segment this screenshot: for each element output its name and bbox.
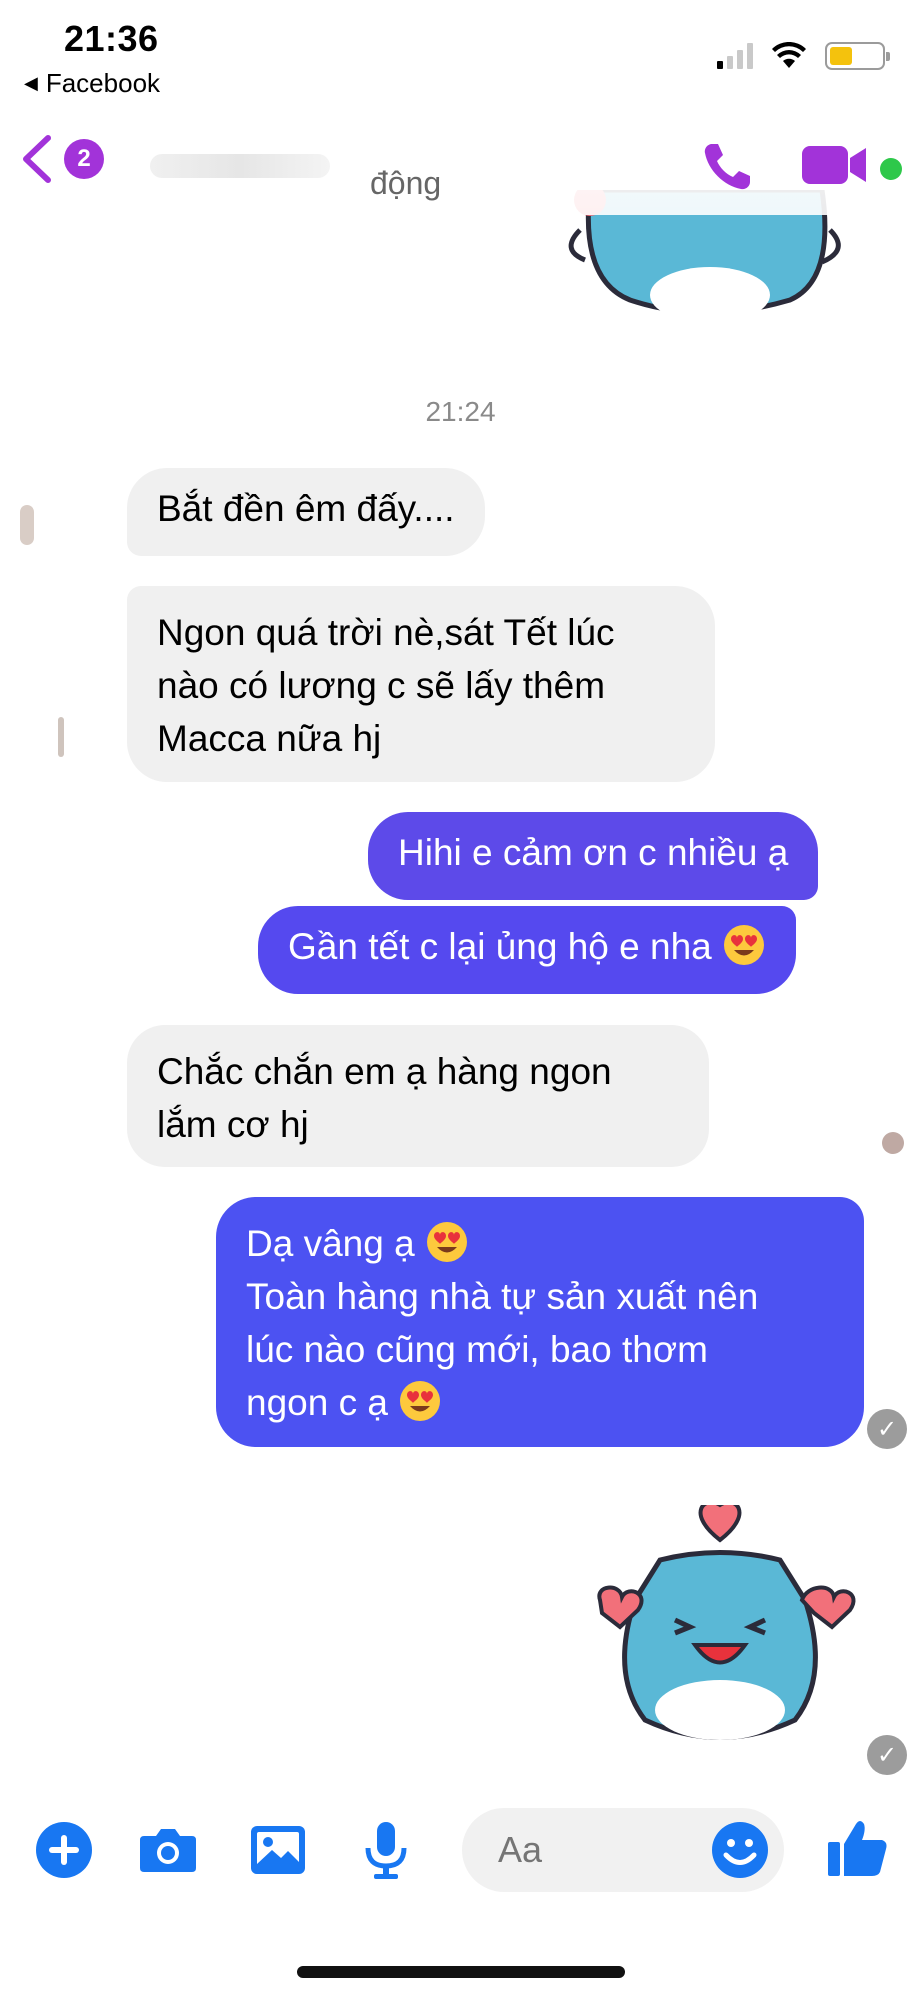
battery-icon (825, 42, 890, 70)
microphone-icon[interactable] (356, 1820, 416, 1880)
heart-eyes-emoji-icon (400, 1381, 441, 1421)
back-app-label: Facebook (45, 68, 161, 98)
blue-cat-hearts-sticker[interactable] (580, 1505, 860, 1765)
plus-icon[interactable] (34, 1820, 94, 1880)
contact-avatar[interactable] (20, 505, 34, 545)
message-bubble-incoming[interactable]: Bắt đền êm đấy.... (127, 468, 485, 556)
message-bubble-outgoing[interactable]: Dạ vâng ạ Toàn hàng nhà tự sản xuất nên … (216, 1197, 864, 1447)
status-icons (717, 42, 890, 70)
online-status-dot (880, 158, 902, 180)
back-to-app-link[interactable]: ◀ Facebook (24, 68, 160, 99)
phone-icon[interactable] (700, 138, 756, 194)
home-indicator[interactable] (297, 1966, 625, 1978)
cellular-signal-icon (717, 43, 753, 69)
message-bubble-outgoing[interactable]: Gần tết c lại ủng hộ e nha (258, 906, 797, 994)
thumbs-up-icon[interactable] (826, 1816, 890, 1880)
heart-eyes-emoji-icon (426, 1222, 467, 1262)
video-camera-icon[interactable] (800, 140, 870, 190)
back-triangle-icon: ◀ (24, 73, 38, 93)
message-composer (0, 1790, 921, 1920)
back-button[interactable]: 2 (18, 134, 104, 184)
image-icon[interactable] (248, 1820, 308, 1880)
redacted-name (150, 154, 330, 179)
contact-status: động (370, 165, 442, 201)
heart-eyes-emoji-icon (724, 925, 765, 965)
unread-badge: 2 (64, 139, 104, 179)
message-timestamp: 21:24 (425, 396, 496, 427)
sent-check-icon: ✓ (867, 1735, 907, 1775)
sent-check-icon: ✓ (867, 1409, 907, 1449)
contact-avatar[interactable] (58, 717, 64, 757)
message-bubble-incoming[interactable]: Chắc chắn em ạ hàng ngon lắm cơ hj (127, 1025, 709, 1167)
smiley-icon[interactable] (710, 1820, 770, 1880)
status-bar: 21:36 ◀ Facebook (0, 0, 921, 110)
message-bubble-outgoing[interactable]: Hihi e cảm ơn c nhiều ạ (368, 812, 819, 900)
camera-icon[interactable] (138, 1820, 198, 1880)
chat-header: 2 động (0, 110, 921, 215)
message-bubble-incoming[interactable]: Ngon quá trời nè,sát Tết lúc nào có lươn… (127, 586, 715, 782)
wifi-icon (772, 42, 806, 68)
status-time: 21:36 (64, 18, 159, 59)
back-chevron-icon (23, 135, 51, 183)
read-receipt-avatar (882, 1132, 904, 1154)
